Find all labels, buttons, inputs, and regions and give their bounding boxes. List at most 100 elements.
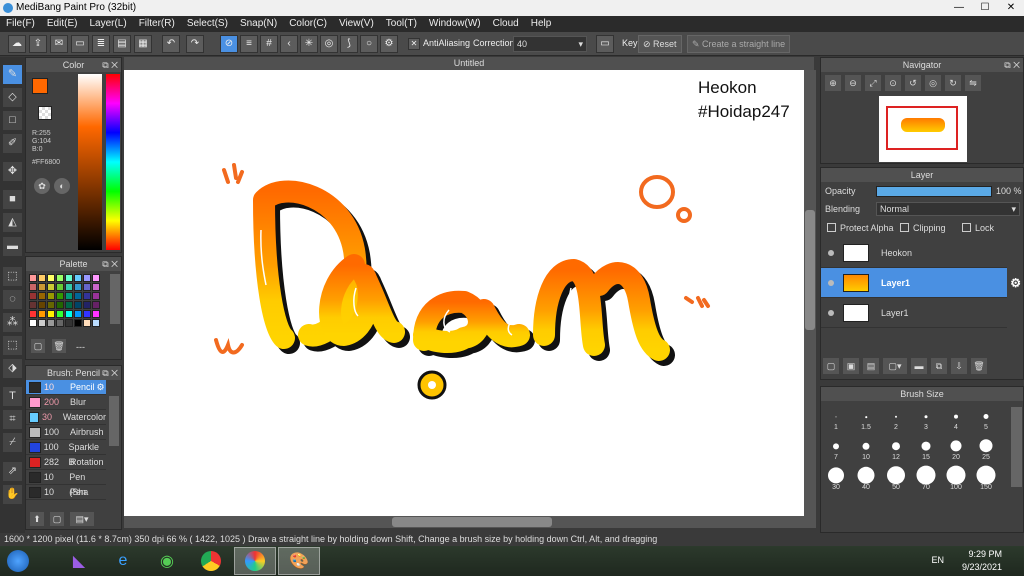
- brush-size-cell[interactable]: 50: [881, 463, 911, 491]
- blending-select[interactable]: Normal ▾: [876, 202, 1020, 216]
- layer-row[interactable]: Layer1: [821, 298, 1007, 328]
- palette-swatch[interactable]: [65, 292, 73, 300]
- palette-swatch[interactable]: [56, 301, 64, 309]
- magic-wand-icon[interactable]: ⁂: [3, 313, 22, 332]
- rect-fill-tool-icon[interactable]: ■: [3, 190, 22, 209]
- merge-layer-icon[interactable]: ⇩: [951, 358, 967, 374]
- sub-color-swatch[interactable]: [38, 106, 52, 120]
- visual-studio-icon[interactable]: ◣: [58, 547, 100, 575]
- brush-item[interactable]: 10 Pencil ⚙: [26, 380, 106, 395]
- menu-select[interactable]: Select(S): [181, 16, 234, 32]
- brush-size-cell[interactable]: 150: [971, 463, 1001, 491]
- palette-icon[interactable]: ✿: [34, 178, 50, 194]
- brush-size-cell[interactable]: 2: [881, 403, 911, 431]
- app-icon[interactable]: ◉: [146, 547, 188, 575]
- palette-swatch[interactable]: [74, 274, 82, 282]
- snap-vanish-icon[interactable]: ‹: [280, 35, 298, 53]
- panel-close-icon[interactable]: ⧉ ✕: [102, 366, 118, 380]
- brush-size-cell[interactable]: 25: [971, 433, 1001, 461]
- maximize-icon[interactable]: ☐: [972, 0, 998, 16]
- palette-swatch[interactable]: [47, 292, 55, 300]
- add-brush-icon[interactable]: ⬆: [30, 512, 44, 526]
- palette-swatch[interactable]: [56, 292, 64, 300]
- clipping-checkbox[interactable]: [900, 223, 909, 232]
- gear-icon[interactable]: ⚙: [97, 380, 105, 394]
- copy-brush-icon[interactable]: ▢: [50, 512, 64, 526]
- reset-button[interactable]: ⊘ Reset: [638, 35, 682, 53]
- paint-taskbar-icon[interactable]: 🎨: [278, 547, 320, 575]
- visibility-icon[interactable]: [828, 249, 834, 256]
- panel-close-icon[interactable]: ⧉ ✕: [1004, 58, 1020, 72]
- trash-icon[interactable]: 🗑: [52, 339, 66, 353]
- palette-swatch[interactable]: [29, 292, 37, 300]
- palette-swatch[interactable]: [38, 283, 46, 291]
- snap-ellipse-icon[interactable]: ○: [360, 35, 378, 53]
- menu-color[interactable]: Color(C): [283, 16, 333, 32]
- main-color-swatch[interactable]: [32, 78, 48, 94]
- opacity-slider[interactable]: [876, 186, 992, 197]
- menu-help[interactable]: Help: [525, 16, 558, 32]
- palette-swatch[interactable]: [92, 319, 100, 327]
- snap-cross-icon[interactable]: #: [260, 35, 278, 53]
- brush-size-cell[interactable]: 70: [911, 463, 941, 491]
- palette-swatch[interactable]: [56, 274, 64, 282]
- pen-tool-icon[interactable]: ✐: [3, 134, 22, 153]
- cloud-icon[interactable]: ☁: [8, 35, 26, 53]
- protect-alpha-checkbox[interactable]: [827, 223, 836, 232]
- palette-swatch[interactable]: [29, 310, 37, 318]
- brightness-slider[interactable]: [78, 74, 102, 250]
- palette-swatch[interactable]: [47, 274, 55, 282]
- rotate-right-icon[interactable]: ↻: [945, 75, 961, 91]
- swap-icon[interactable]: ⇗: [3, 462, 22, 481]
- new-layer-1bit-icon[interactable]: ▤: [863, 358, 879, 374]
- palette-swatch[interactable]: [92, 292, 100, 300]
- rotate-reset-icon[interactable]: ◎: [925, 75, 941, 91]
- palette-swatch[interactable]: [29, 274, 37, 282]
- lasso-icon[interactable]: ◌: [3, 290, 22, 309]
- brush-item[interactable]: 10 Pen: [26, 485, 106, 500]
- palette-swatch[interactable]: [65, 310, 73, 318]
- palette-swatch[interactable]: [65, 283, 73, 291]
- language-indicator[interactable]: EN: [931, 555, 944, 565]
- text-tool-icon[interactable]: T: [3, 387, 22, 406]
- brush-size-cell[interactable]: 20: [941, 433, 971, 461]
- grid-icon[interactable]: ▦: [134, 35, 152, 53]
- palette-swatch[interactable]: [38, 319, 46, 327]
- eraser-tool-icon[interactable]: ◇: [3, 88, 22, 107]
- palette-swatch[interactable]: [29, 319, 37, 327]
- menu-edit[interactable]: Edit(E): [41, 16, 84, 32]
- snap-settings-icon[interactable]: ⚙: [380, 35, 398, 53]
- straight-line-button[interactable]: ✎ Create a straight line: [687, 35, 791, 53]
- palette-swatch[interactable]: [29, 301, 37, 309]
- palette-swatch[interactable]: [29, 283, 37, 291]
- brush-size-cell[interactable]: 4: [941, 403, 971, 431]
- clock[interactable]: 9:29 PM 9/23/2021: [962, 548, 1002, 574]
- palette-swatch[interactable]: [74, 310, 82, 318]
- flip-icon[interactable]: ⇋: [965, 75, 981, 91]
- palette-swatch[interactable]: [83, 283, 91, 291]
- brush-menu-icon[interactable]: ▤▾: [70, 512, 94, 526]
- document-tab[interactable]: Untitled: [124, 57, 814, 70]
- new-palette-icon[interactable]: ▢: [31, 339, 45, 353]
- document-icon[interactable]: ≣: [92, 35, 110, 53]
- horizontal-scroll-thumb[interactable]: [392, 517, 552, 527]
- menu-filter[interactable]: Filter(R): [133, 16, 181, 32]
- zoom-in-icon[interactable]: ⊕: [825, 75, 841, 91]
- chat-icon[interactable]: ✉: [50, 35, 68, 53]
- palette-swatch[interactable]: [47, 310, 55, 318]
- new-layer-icon[interactable]: ▢: [823, 358, 839, 374]
- brush-size-cell[interactable]: 40: [851, 463, 881, 491]
- palette-swatch[interactable]: [92, 283, 100, 291]
- palette-swatch[interactable]: [74, 292, 82, 300]
- trash-icon[interactable]: 🗑: [971, 358, 987, 374]
- color-picker-icon[interactable]: ◐: [54, 178, 70, 194]
- palette-swatch[interactable]: [65, 301, 73, 309]
- palette-swatch[interactable]: [38, 292, 46, 300]
- palette-swatch[interactable]: [92, 301, 100, 309]
- brush-size-cell[interactable]: 3: [911, 403, 941, 431]
- start-button[interactable]: [0, 547, 36, 575]
- menu-layer[interactable]: Layer(L): [83, 16, 132, 32]
- palette-swatch[interactable]: [65, 319, 73, 327]
- brush-scrollbar[interactable]: [109, 396, 119, 446]
- palette-swatch[interactable]: [83, 292, 91, 300]
